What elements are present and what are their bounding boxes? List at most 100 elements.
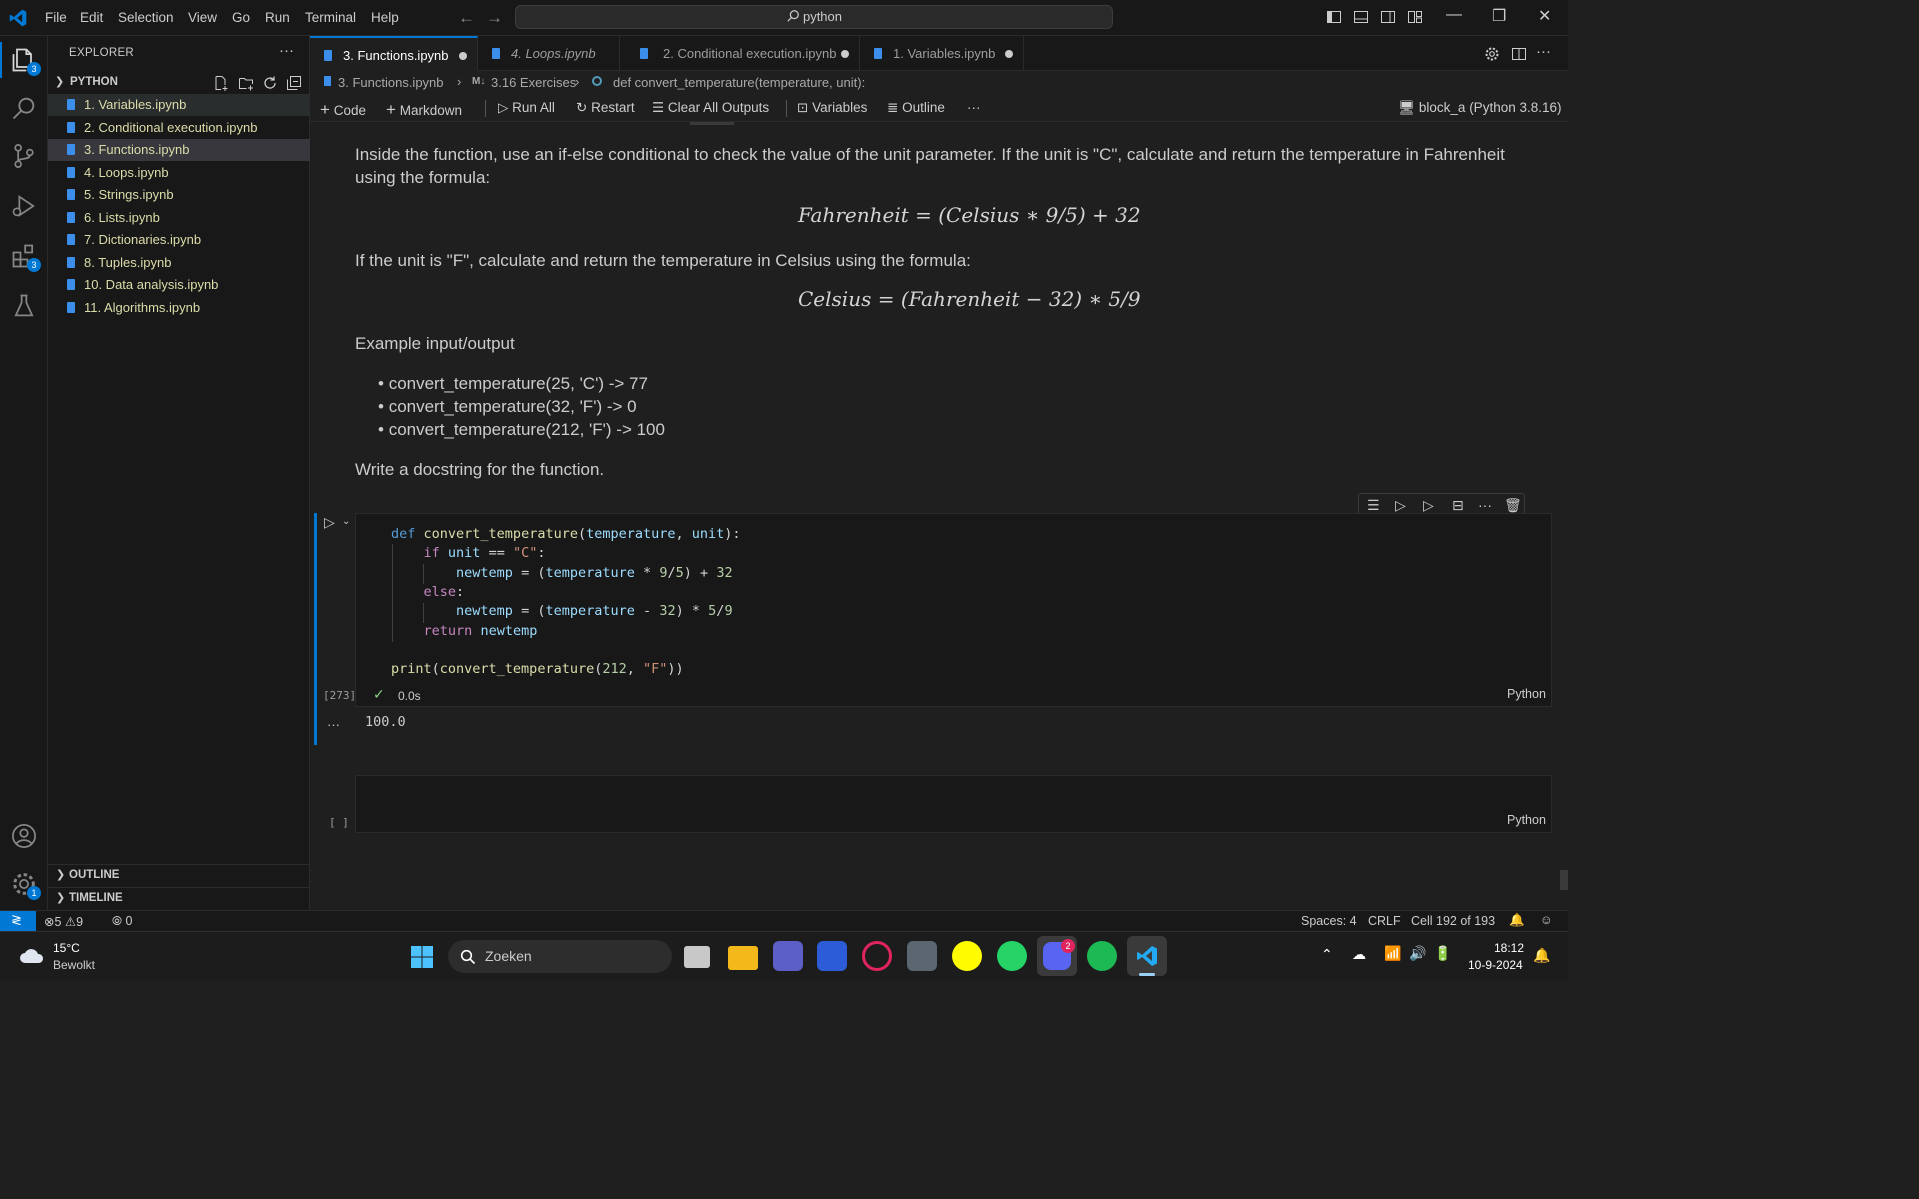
close-icon[interactable]: ✕ (1538, 6, 1551, 26)
task-view-icon[interactable] (684, 946, 710, 968)
tab-loops[interactable]: 4. Loops.ipynb (478, 36, 620, 71)
cell-language[interactable]: Python (1507, 813, 1546, 827)
cell-indicator[interactable]: Cell 192 of 193 (1411, 914, 1495, 928)
tab-functions[interactable]: 3. Functions.ipynb (310, 36, 478, 71)
breadcrumb-symbol[interactable]: def convert_temperature(temperature, uni… (613, 75, 865, 90)
menu-run[interactable]: Run (265, 10, 290, 25)
scrollbar-thumb[interactable] (1560, 870, 1568, 890)
cell-language[interactable]: Python (1507, 687, 1546, 701)
problems-indicator[interactable]: ⊗5 ⚠9 (44, 914, 83, 929)
file-item[interactable]: 11. Algorithms.ipynb (48, 297, 310, 319)
more-actions-icon[interactable]: ··· (967, 100, 981, 115)
new-folder-icon[interactable] (238, 75, 254, 91)
output-more-icon[interactable]: ··· (327, 717, 340, 732)
vscode-app-slot[interactable] (1127, 936, 1167, 976)
gear-icon[interactable] (1484, 46, 1500, 62)
folder-header[interactable]: ❯ PYTHON (48, 72, 310, 94)
battery-icon[interactable]: 🔋 (1434, 945, 1451, 962)
split-cell-icon[interactable]: ⊟ (1452, 497, 1464, 514)
menu-help[interactable]: Help (371, 10, 399, 25)
breadcrumb-section[interactable]: 3.16 Exercises (491, 75, 576, 90)
file-item[interactable]: 7. Dictionaries.ipynb (48, 229, 310, 251)
add-code-button[interactable]: + Code (320, 100, 366, 120)
outline-button[interactable]: ≣ Outline (887, 100, 945, 116)
split-editor-icon[interactable] (1511, 46, 1527, 62)
more-actions-icon[interactable]: ··· (1478, 497, 1492, 513)
run-debug-icon[interactable] (10, 192, 38, 220)
math-app-icon[interactable] (817, 941, 847, 971)
kernel-picker[interactable]: 🖥 block_a (Python 3.8.16) (1398, 100, 1562, 116)
onedrive-icon[interactable]: ☁ (1352, 946, 1366, 963)
outline-section[interactable]: ❯ OUTLINE (48, 864, 310, 886)
file-item[interactable]: 8. Tuples.ipynb (48, 252, 310, 274)
run-cell-icon[interactable]: ▷ (324, 514, 335, 531)
discord-app-slot[interactable]: 2 (1037, 936, 1077, 976)
wifi-icon[interactable]: 📶 (1384, 945, 1401, 962)
file-item[interactable]: 10. Data analysis.ipynb (48, 274, 310, 296)
teams-icon[interactable] (773, 941, 803, 971)
opera-icon[interactable] (862, 941, 892, 971)
file-item[interactable]: 2. Conditional execution.ipynb (48, 117, 310, 139)
tab-conditional[interactable]: 2. Conditional execution.ipynb (620, 36, 860, 71)
menu-file[interactable]: File (45, 10, 67, 25)
restore-icon[interactable]: ❐ (1492, 6, 1506, 26)
unsaved-dot-icon[interactable] (841, 50, 849, 58)
refresh-icon[interactable] (262, 75, 278, 91)
indentation-indicator[interactable]: Spaces: 4 (1301, 914, 1357, 928)
arrow-left-icon[interactable]: ← (458, 8, 475, 28)
breadcrumb-file[interactable]: 3. Functions.ipynb (338, 75, 444, 90)
run-all-button[interactable]: ▷ Run All (498, 100, 555, 116)
clear-outputs-button[interactable]: ☰ Clear All Outputs (652, 100, 769, 116)
file-item-selected[interactable]: 3. Functions.ipynb (48, 139, 310, 161)
file-item[interactable]: 6. Lists.ipynb (48, 207, 310, 229)
app-icon[interactable] (907, 941, 937, 971)
run-below-icon[interactable]: ▷ (1423, 497, 1434, 514)
windows-start-icon[interactable] (410, 945, 434, 969)
volume-icon[interactable]: 🔊 (1409, 945, 1426, 962)
file-item[interactable]: 1. Variables.ipynb (48, 94, 310, 116)
new-file-icon[interactable] (213, 75, 229, 91)
run-by-line-icon[interactable]: ☰ (1367, 497, 1380, 514)
testing-flask-icon[interactable] (10, 292, 38, 320)
spotify-icon[interactable] (1087, 941, 1117, 971)
whatsapp-icon[interactable] (997, 941, 1027, 971)
toggle-panel-icon[interactable] (1353, 9, 1369, 25)
unsaved-dot-icon[interactable] (459, 52, 467, 60)
collapse-all-icon[interactable] (286, 75, 302, 91)
search-icon[interactable] (10, 94, 38, 122)
restart-button[interactable]: ↻ Restart (576, 100, 635, 116)
ports-indicator[interactable]: ⦾ 0 (112, 914, 132, 929)
bell-icon[interactable]: 🔔 (1509, 913, 1525, 928)
menu-selection[interactable]: Selection (118, 10, 174, 25)
remote-indicator[interactable]: ≷ (0, 911, 36, 932)
customize-layout-icon[interactable] (1407, 9, 1423, 25)
account-icon[interactable] (10, 822, 38, 850)
eol-indicator[interactable]: CRLF (1368, 914, 1401, 928)
taskbar-search[interactable]: Zoeken (448, 940, 672, 973)
menu-go[interactable]: Go (232, 10, 250, 25)
weather-temp[interactable]: 15°C (53, 941, 80, 955)
weather-desc[interactable]: Bewolkt (53, 958, 95, 972)
more-actions-icon[interactable]: ··· (1536, 43, 1551, 60)
file-item[interactable]: 4. Loops.ipynb (48, 162, 310, 184)
more-actions-icon[interactable]: ··· (279, 42, 294, 59)
chevron-down-icon[interactable]: ⌄ (342, 516, 350, 527)
arrow-right-icon[interactable]: → (486, 8, 503, 28)
menu-view[interactable]: View (188, 10, 217, 25)
clock-date[interactable]: 10-9-2024 (1468, 958, 1523, 972)
menu-terminal[interactable]: Terminal (305, 10, 356, 25)
copilot-icon[interactable]: ☺ (1540, 913, 1553, 927)
command-center-search[interactable]: python (515, 5, 1113, 29)
toggle-primary-sidebar-icon[interactable] (1326, 9, 1342, 25)
timeline-section[interactable]: ❯ TIMELINE (48, 887, 310, 909)
menu-edit[interactable]: Edit (80, 10, 103, 25)
run-above-icon[interactable]: ▷ (1395, 497, 1406, 514)
notification-bell-icon[interactable]: 🔔 (1533, 947, 1550, 964)
chevron-up-icon[interactable]: ⌃ (1321, 946, 1333, 963)
minimize-icon[interactable]: — (1446, 6, 1462, 24)
variables-button[interactable]: ⊡ Variables (797, 100, 867, 116)
file-item[interactable]: 5. Strings.ipynb (48, 184, 310, 206)
code-cell-editor[interactable]: def convert_temperature(temperature, uni… (355, 513, 1552, 707)
delete-cell-icon[interactable]: 🗑 (1504, 497, 1522, 514)
unsaved-dot-icon[interactable] (1005, 50, 1013, 58)
